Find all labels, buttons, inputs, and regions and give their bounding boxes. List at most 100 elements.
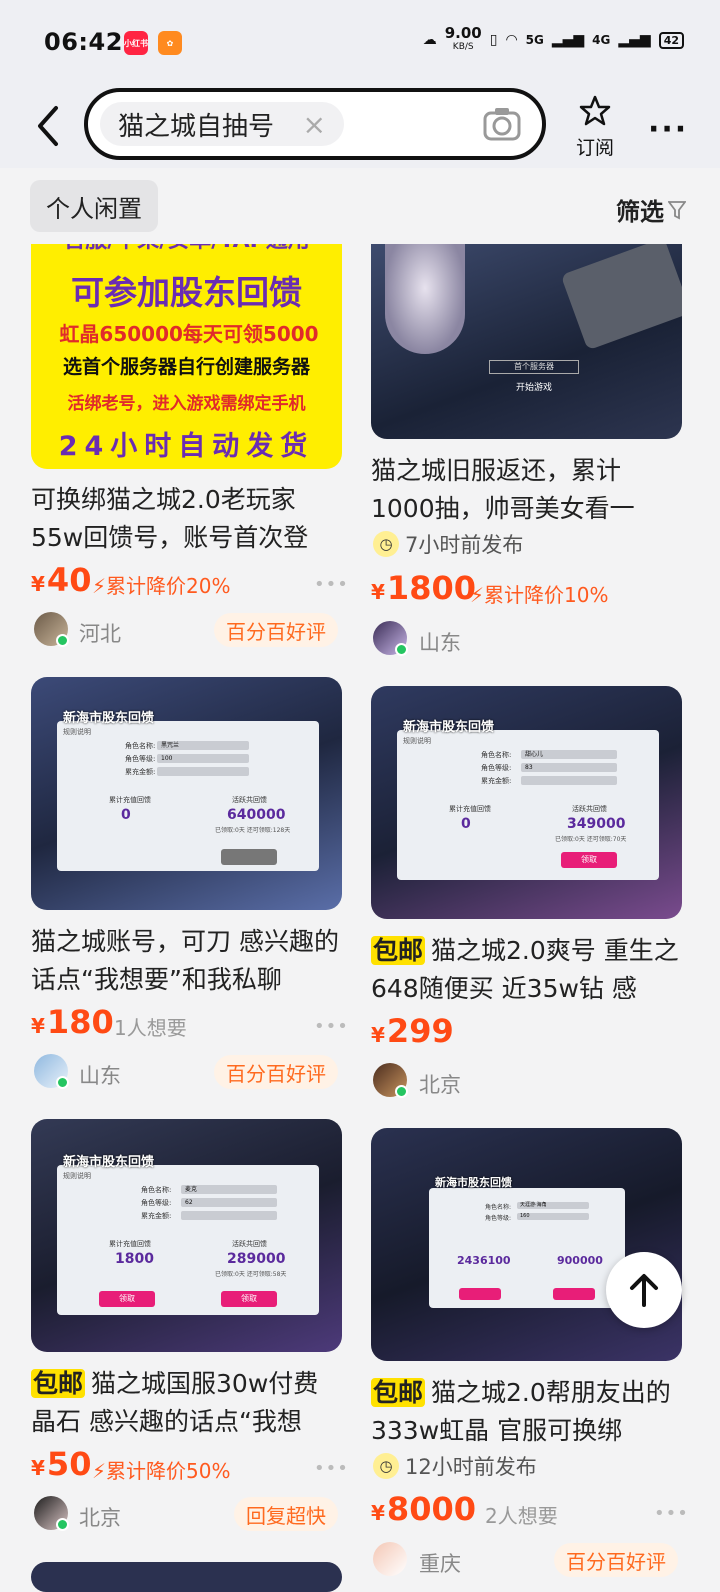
filter-label: 筛选 xyxy=(616,198,664,226)
item-title-text: 可换绑猫之城2.0老玩家55w回馈号，账号首次登 xyxy=(31,485,309,552)
dialog-title: 新海市股东回馈 xyxy=(403,720,495,735)
item-title-text: 猫之城账号，可刀 感兴趣的话点“我想要”和我私聊 xyxy=(31,927,339,994)
dialog-accum-value: 0 xyxy=(461,816,471,832)
item-more-icon[interactable]: ••• xyxy=(654,1503,689,1524)
item-image-banner[interactable]: 官服/苹果/安卓/TAP通用 可参加股东回馈 虹晶650000每天可领5000 … xyxy=(31,244,342,469)
seller-tag: 回复超快 xyxy=(234,1497,338,1531)
banner-line-3: 虹晶650000每天可领5000 xyxy=(59,322,319,346)
dialog-recharge-label: 累充金额: xyxy=(481,777,512,785)
cloud-icon: ☁ xyxy=(422,32,437,48)
xiaohongshu-app-icon: 小红书 xyxy=(124,31,148,55)
dialog-role-name-label: 角色名称: xyxy=(141,1186,172,1194)
dialog-claim-button xyxy=(459,1288,501,1300)
item-title[interactable]: 可换绑猫之城2.0老玩家55w回馈号，账号首次登 xyxy=(31,481,342,557)
dialog-level-text: 83 xyxy=(525,764,533,771)
banner-line-6: 24小时自动发货 xyxy=(58,431,315,462)
item-price: ¥299 xyxy=(371,1012,454,1050)
item-title[interactable]: 包邮 猫之城国服30w付费晶石 感兴趣的话点“我想 xyxy=(31,1365,342,1441)
dialog-active-label: 活跃共回馈 xyxy=(232,796,267,804)
want-count: 2人想要 xyxy=(485,1504,558,1528)
subscribe-button[interactable]: 订阅 xyxy=(570,94,620,160)
item-more-icon[interactable]: ••• xyxy=(314,1016,349,1037)
dialog-role-name: 甜心儿 xyxy=(521,750,617,759)
want-count: 1人想要 xyxy=(114,1016,187,1040)
dialog-recharge-label: 累充金额: xyxy=(141,1212,172,1220)
dialog-role-level-label: 角色等级: xyxy=(485,1215,512,1222)
dialog-panel: 新海市股东回馈 规则说明 角色名称: 黑咒兰 角色等级: 100 累充金额: 累… xyxy=(57,711,319,871)
back-arrow-icon[interactable] xyxy=(32,104,68,148)
item-image-next[interactable] xyxy=(31,1562,342,1592)
item-price: ¥180 xyxy=(31,1003,114,1041)
battery-level: 42 xyxy=(663,33,679,47)
dialog-note: 已领取:0天 还可领取:128天 xyxy=(215,827,291,834)
item-title[interactable]: 猫之城旧服返还，累计1000抽，帅哥美女看一 xyxy=(371,452,682,528)
price-cut-text: 累计降价50% xyxy=(106,1459,231,1483)
price-cut: ⚡累计降价20% xyxy=(92,574,231,598)
item-image-screenshot[interactable]: 新海市股东回馈 规则说明 角色名称: 黑咒兰 角色等级: 100 累充金额: 累… xyxy=(31,677,342,910)
price-value: 8000 xyxy=(386,1490,476,1528)
item-image-screenshot[interactable]: 新海市股东回馈 规则说明 角色名称: 麦克 角色等级: 62 累充金额: 累计充… xyxy=(31,1119,342,1352)
item-image-screenshot[interactable]: 新海市股东回馈 规则说明 角色名称: 甜心儿 角色等级: 83 累充金额: 累计… xyxy=(371,686,682,919)
dialog-level-text: 62 xyxy=(185,1199,193,1206)
item-image-game[interactable]: 首个服务器 开始游戏 xyxy=(371,244,682,439)
dialog-panel: 新海市股东回馈 角色名称: 天涯游·海角 角色等级: 160 2436100 9… xyxy=(429,1176,625,1308)
dialog-title: 新海市股东回馈 xyxy=(435,1176,512,1189)
dialog-claim-button: 领取 xyxy=(561,852,617,868)
camera-icon[interactable] xyxy=(482,104,522,144)
dialog-note: 已领取:0天 还可领取:70天 xyxy=(555,836,627,843)
dialog-title: 新海市股东回馈 xyxy=(63,1155,155,1170)
signal-5g: 5G xyxy=(525,33,544,47)
signal-4g: 4G xyxy=(592,33,611,47)
seller-location: 重庆 xyxy=(419,1552,461,1576)
price-value: 180 xyxy=(46,1003,114,1041)
item-price: ¥50 xyxy=(31,1445,91,1483)
banner-line-2: 可参加股东回馈 xyxy=(71,273,302,312)
dialog-role-name: 天涯游·海角 xyxy=(517,1202,589,1209)
dialog-panel: 新海市股东回馈 规则说明 角色名称: 甜心儿 角色等级: 83 累充金额: 累计… xyxy=(397,720,659,880)
item-price: ¥40 xyxy=(31,561,91,599)
dialog-role-level-label: 角色等级: xyxy=(125,755,156,763)
battery-icon: 42 xyxy=(658,31,684,49)
net-speed-unit: KB/S xyxy=(452,42,474,52)
dialog-active-value: 640000 xyxy=(227,807,286,823)
posted-time-text: 7小时前发布 xyxy=(405,533,524,557)
dialog-accum-label: 累计充值回馈 xyxy=(109,796,151,804)
seller-location: 北京 xyxy=(79,1506,121,1530)
filter-button[interactable]: 筛选 xyxy=(616,192,686,227)
dialog-name-text: 麦克 xyxy=(185,1186,198,1193)
free-shipping-badge: 包邮 xyxy=(31,1369,86,1398)
price-symbol: ¥ xyxy=(371,580,385,604)
item-title[interactable]: 包邮 猫之城2.0帮朋友出的333w虹晶 官服可换绑 xyxy=(371,1374,682,1450)
status-time: 06:42 xyxy=(44,28,123,56)
search-query-chip[interactable]: 猫之城自抽号 × xyxy=(100,102,344,146)
item-price: ¥8000 xyxy=(371,1490,476,1528)
price-value: 50 xyxy=(46,1445,92,1483)
price-value: 1800 xyxy=(386,569,476,607)
more-icon[interactable]: ··· xyxy=(648,112,688,147)
price-value: 299 xyxy=(386,1012,454,1050)
item-more-icon[interactable]: ••• xyxy=(314,574,349,595)
item-title[interactable]: 猫之城账号，可刀 感兴趣的话点“我想要”和我私聊 xyxy=(31,923,342,999)
weapon-art xyxy=(560,244,682,351)
clear-icon[interactable]: × xyxy=(303,108,326,141)
seller-tag: 百分百好评 xyxy=(214,613,338,647)
dialog-name-text: 天涯游·海角 xyxy=(520,1202,547,1208)
category-chip[interactable]: 个人闲置 xyxy=(30,180,158,232)
dialog-name-text: 黑咒兰 xyxy=(161,742,180,749)
item-price: ¥1800 xyxy=(371,569,476,607)
dialog-role-level-label: 角色等级: xyxy=(141,1199,172,1207)
item-title[interactable]: 包邮 猫之城2.0爽号 重生之648随便买 近35w钻 感 xyxy=(371,932,682,1008)
dialog-claim-label: 领取 xyxy=(119,1294,135,1303)
item-more-icon[interactable]: ••• xyxy=(314,1458,349,1479)
subscribe-label: 订阅 xyxy=(575,137,614,159)
seller-avatar[interactable] xyxy=(373,1542,407,1576)
dialog-active-label: 活跃共回馈 xyxy=(232,1240,267,1248)
search-box[interactable]: 猫之城自抽号 × xyxy=(84,88,546,160)
dialog-claim-label-2: 领取 xyxy=(241,1294,257,1303)
posted-time-text: 12小时前发布 xyxy=(405,1455,537,1479)
scroll-to-top-button[interactable] xyxy=(606,1252,682,1328)
posted-time: ◷ 7小时前发布 xyxy=(373,527,523,561)
seller-tag: 百分百好评 xyxy=(554,1543,678,1577)
dialog-name-text: 甜心儿 xyxy=(525,751,544,758)
dialog-claim-button-2 xyxy=(553,1288,595,1300)
